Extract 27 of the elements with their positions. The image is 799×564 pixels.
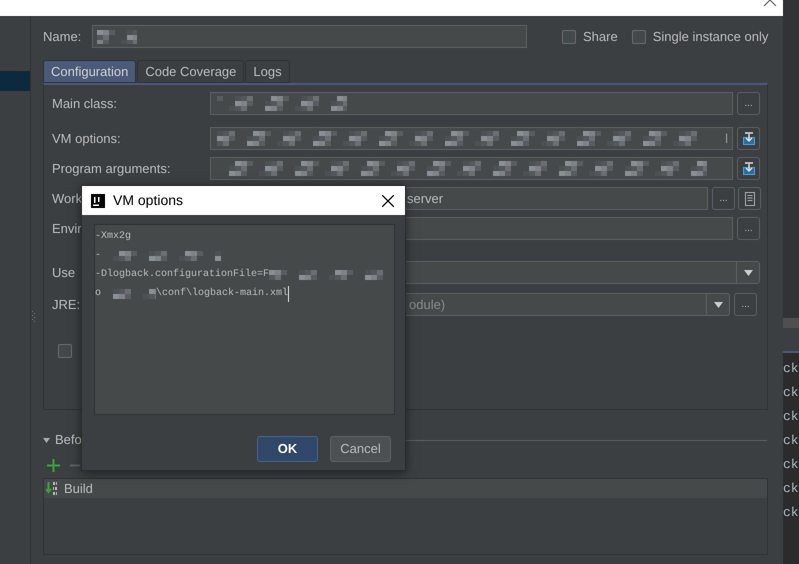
text-line: -: [95, 249, 102, 263]
checkbox-label: Single instance only: [652, 28, 768, 46]
field-value: l: [725, 130, 729, 148]
field-label: VM options:: [52, 130, 121, 148]
code-text: ck: [783, 408, 799, 426]
code-text: ck: [783, 456, 799, 474]
field-label: JRE:: [52, 296, 80, 314]
field-value: server: [407, 190, 444, 208]
code-text: ck: [783, 360, 799, 378]
code-text: ck: [783, 384, 799, 402]
field-label: Program arguments:: [52, 160, 170, 178]
text-line: o: [95, 287, 102, 301]
text-line: \conf\logback-main.xml: [156, 286, 288, 301]
field-label: Work: [52, 190, 82, 208]
code-text: ck: [783, 480, 799, 498]
code-text: ck: [783, 504, 799, 522]
field-label: Use: [52, 264, 76, 282]
dialog-title: VM options: [113, 191, 184, 210]
section-label: Befo: [55, 431, 82, 450]
field-value: odule): [409, 296, 446, 314]
text-line: -Dlogback.configurationFile=F: [95, 268, 270, 282]
field-label: Main class:: [52, 94, 118, 113]
checkbox-label: Share: [583, 28, 618, 46]
code-text: ck: [783, 432, 799, 450]
name-label: Name:: [43, 28, 82, 46]
text-line: -Xmx2g: [95, 230, 132, 244]
field-label: Envir: [52, 220, 82, 238]
